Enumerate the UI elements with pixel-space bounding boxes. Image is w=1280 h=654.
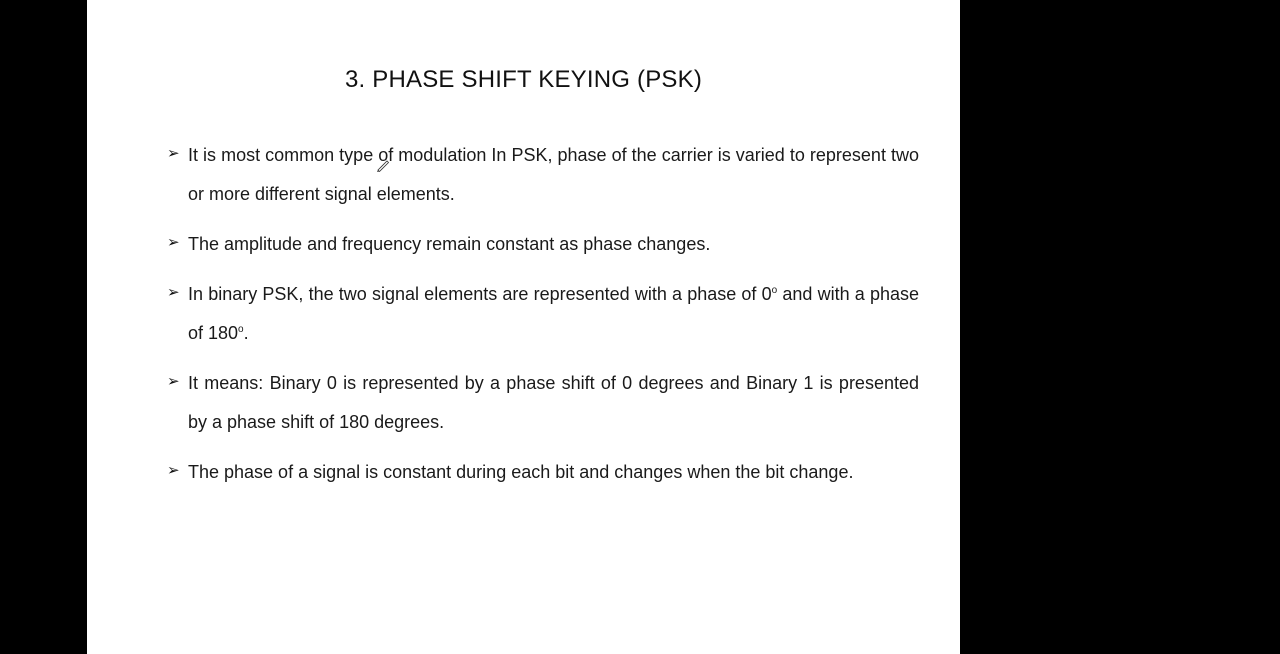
bullet-text: The phase of a signal is constant during…: [188, 462, 854, 482]
slide-title: 3. PHASE SHIFT KEYING (PSK): [344, 66, 703, 93]
presentation-slide: 3. PHASE SHIFT KEYING (PSK) ➢ It is most…: [87, 0, 960, 654]
arrowhead-bullet-icon: ➢: [167, 462, 180, 479]
bullet-item: ➢ It is most common type of modulation I…: [167, 136, 919, 214]
bullet-text: The amplitude and frequency remain const…: [188, 234, 711, 254]
pen-cursor-icon: [377, 160, 390, 172]
bullet-text-part: In binary PSK, the two signal elements a…: [188, 284, 772, 304]
bullet-item: ➢ The phase of a signal is constant duri…: [167, 453, 919, 492]
arrowhead-bullet-icon: ➢: [167, 145, 180, 162]
bullet-text: It is most common type of modulation In …: [188, 145, 919, 204]
bullet-item: ➢ In binary PSK, the two signal elements…: [167, 275, 919, 353]
arrowhead-bullet-icon: ➢: [167, 284, 180, 301]
arrowhead-bullet-icon: ➢: [167, 234, 180, 251]
bullet-item: ➢ The amplitude and frequency remain con…: [167, 225, 919, 264]
bullet-text: It means: Binary 0 is represented by a p…: [188, 373, 919, 432]
bullet-item: ➢ It means: Binary 0 is represented by a…: [167, 364, 919, 442]
bullet-list: ➢ It is most common type of modulation I…: [167, 136, 919, 503]
bullet-text-part: .: [243, 323, 249, 343]
video-frame: 3. PHASE SHIFT KEYING (PSK) ➢ It is most…: [0, 0, 1280, 654]
arrowhead-bullet-icon: ➢: [167, 373, 180, 390]
bullet-text: In binary PSK, the two signal elements a…: [188, 284, 919, 343]
